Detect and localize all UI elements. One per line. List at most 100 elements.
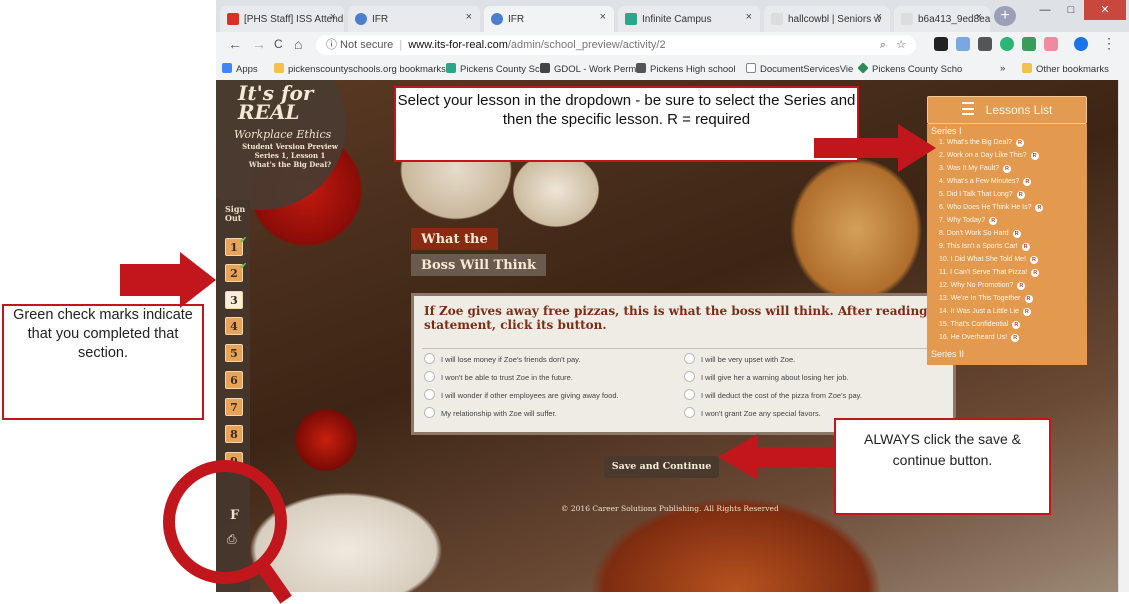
lesson-item-6[interactable]: 6. Who Does He Think He Is? R — [939, 204, 1044, 212]
tab-hallcowbl[interactable]: hallcowbl | Seniors w × — [764, 6, 890, 32]
bookmark-pickens-county-1[interactable]: Pickens County Scho — [446, 63, 550, 75]
lesson-label: 8. Don't Work So Hard — [939, 230, 1009, 237]
bookmark-pickens-county-2[interactable]: Pickens County Scho — [857, 62, 962, 75]
extension-icon[interactable] — [978, 37, 992, 51]
section-button-6[interactable]: 6 — [225, 371, 243, 389]
bookmark-other[interactable]: Other bookmarks — [1022, 63, 1109, 75]
lesson-item-8[interactable]: 8. Don't Work So Hard R — [939, 230, 1021, 238]
new-tab-button[interactable]: + — [994, 6, 1016, 26]
lesson-label: 9. This Isn't a Sports Car! — [939, 243, 1018, 250]
lesson-item-14[interactable]: 14. It Was Just a Little Lie R — [939, 308, 1031, 316]
bookmark-label: pickenscountyschools.org bookmarks — [288, 64, 446, 75]
lesson-item-16[interactable]: 16. He Overheard Us! R — [939, 334, 1020, 342]
tab-close-icon[interactable]: × — [330, 11, 336, 23]
radio-button[interactable] — [684, 371, 695, 382]
option-right-4[interactable]: I won't grant Zoe any special favors. — [684, 407, 821, 418]
section-button-1[interactable]: 1 ✔ — [225, 237, 247, 256]
zoom-search-icon[interactable]: ⌕ — [880, 35, 886, 55]
extension-icon[interactable] — [1044, 37, 1058, 51]
reload-button[interactable]: C — [274, 37, 283, 51]
tab-close-icon[interactable]: × — [466, 11, 472, 23]
save-and-continue-button[interactable]: Save and Continue — [604, 456, 719, 478]
section-button-3[interactable]: 3 — [225, 291, 243, 309]
section-button-2[interactable]: 2 ✔ — [225, 263, 247, 282]
lessons-list-toggle[interactable]: Lessons List — [927, 96, 1087, 124]
lesson-label: 16. He Overheard Us! — [939, 334, 1008, 341]
required-badge: R — [1016, 191, 1025, 199]
tab-b6a413[interactable]: b6a413_9ed8ead5a1 × — [894, 6, 990, 32]
tab-close-icon[interactable]: × — [876, 11, 882, 23]
tab-close-icon[interactable]: × — [746, 11, 752, 23]
extension-icon[interactable] — [934, 37, 948, 51]
radio-button[interactable] — [424, 389, 435, 400]
section-button-5[interactable]: 5 — [225, 344, 243, 362]
radio-button[interactable] — [684, 353, 695, 364]
activity-title-line1: What the — [411, 228, 498, 250]
bookmark-star-icon[interactable]: ☆ — [896, 35, 906, 55]
sign-out-link[interactable]: Sign Out — [225, 205, 245, 223]
lesson-item-3[interactable]: 3. Was It My Fault? R — [939, 165, 1012, 173]
back-button[interactable]: ← — [228, 36, 242, 52]
radio-button[interactable] — [424, 353, 435, 364]
lesson-item-7[interactable]: 7. Why Today? R — [939, 217, 998, 225]
tab-ifr-active[interactable]: IFR × — [484, 6, 614, 32]
section-button-4[interactable]: 4 — [225, 317, 243, 335]
radio-button[interactable] — [424, 371, 435, 382]
tab-close-icon[interactable]: × — [600, 11, 606, 23]
home-button[interactable]: ⌂ — [294, 36, 302, 52]
infinite-campus-icon — [446, 63, 456, 73]
option-left-4[interactable]: My relationship with Zoe will suffer. — [424, 407, 557, 418]
bookmark-pickenscountyschools[interactable]: pickenscountyschools.org bookmarks — [274, 63, 446, 75]
tab-ifr[interactable]: IFR × — [348, 6, 480, 32]
radio-button[interactable] — [684, 407, 695, 418]
tab-close-icon[interactable]: × — [976, 11, 982, 23]
lesson-item-9[interactable]: 9. This Isn't a Sports Car! R — [939, 243, 1030, 251]
lesson-item-4[interactable]: 4. What's a Few Minutes? R — [939, 178, 1032, 186]
close-window-button[interactable]: ✕ — [1084, 0, 1126, 20]
minimize-button[interactable]: — — [1032, 0, 1058, 20]
bookmark-documentservices[interactable]: DocumentServicesVie — [746, 63, 853, 75]
maximize-button[interactable]: □ — [1058, 0, 1084, 20]
lesson-item-1[interactable]: 1. What's the Big Deal? R — [939, 139, 1024, 147]
bookmark-pickens-high[interactable]: Pickens High school — [636, 63, 736, 75]
extension-icon[interactable] — [1022, 37, 1036, 51]
page-scrollbar[interactable] — [1118, 80, 1129, 592]
series-2-header[interactable]: Series II — [931, 349, 964, 359]
extension-icon[interactable] — [1000, 37, 1014, 51]
address-bar[interactable]: ⓘ Not secure | www.its-for-real.com/admi… — [316, 35, 916, 55]
lesson-item-10[interactable]: 10. I Did What She Told Me! R — [939, 256, 1039, 264]
bookmark-gdol[interactable]: GDOL - Work Permit — [540, 63, 641, 75]
option-right-3[interactable]: I will deduct the cost of the pizza from… — [684, 389, 862, 400]
lesson-item-13[interactable]: 13. We're In This Together R — [939, 295, 1033, 303]
arrow-left-icon — [718, 434, 836, 480]
option-label: I will be very upset with Zoe. — [701, 355, 796, 364]
radio-button[interactable] — [684, 389, 695, 400]
folder-icon — [274, 63, 284, 73]
option-left-1[interactable]: I will lose money if Zoe's friends don't… — [424, 353, 580, 364]
tab-infinite-campus[interactable]: Infinite Campus × — [618, 6, 760, 32]
url-host: www.its-for-real.com — [408, 39, 508, 51]
infinite-campus-icon — [625, 13, 637, 25]
bookmarks-overflow-button[interactable]: » — [1000, 63, 1005, 74]
menu-kebab-icon[interactable]: ⋮ — [1102, 35, 1116, 52]
annotation-lesson-dropdown: Select your lesson in the dropdown - be … — [394, 86, 859, 162]
option-left-3[interactable]: I will wonder if other employees are giv… — [424, 389, 619, 400]
option-right-1[interactable]: I will be very upset with Zoe. — [684, 353, 795, 364]
lesson-item-2[interactable]: 2. Work on a Day Like This? R — [939, 152, 1039, 160]
extension-icon[interactable] — [956, 37, 970, 51]
not-secure-label[interactable]: ⓘ Not secure — [326, 39, 393, 51]
lesson-item-5[interactable]: 5. Did I Talk That Long? R — [939, 191, 1025, 199]
forward-button[interactable]: → — [252, 36, 266, 52]
option-right-2[interactable]: I will give her a warning about losing h… — [684, 371, 849, 382]
profile-avatar-icon[interactable] — [1074, 37, 1088, 51]
option-left-2[interactable]: I won't be able to trust Zoe in the futu… — [424, 371, 573, 382]
lesson-item-15[interactable]: 15. That's Confidential R — [939, 321, 1021, 329]
bookmark-apps[interactable]: Apps — [222, 63, 258, 75]
lesson-item-12[interactable]: 12. Why No Promotion? R — [939, 282, 1026, 290]
series-lesson-label: Series 1, Lesson 1 — [254, 151, 326, 160]
lesson-item-11[interactable]: 11. I Can't Serve That Pizza! R — [939, 269, 1040, 277]
section-button-8[interactable]: 8 — [225, 425, 243, 443]
section-button-7[interactable]: 7 — [225, 398, 243, 416]
tab-gmail[interactable]: [PHS Staff] ISS Attend × — [220, 6, 344, 32]
radio-button[interactable] — [424, 407, 435, 418]
